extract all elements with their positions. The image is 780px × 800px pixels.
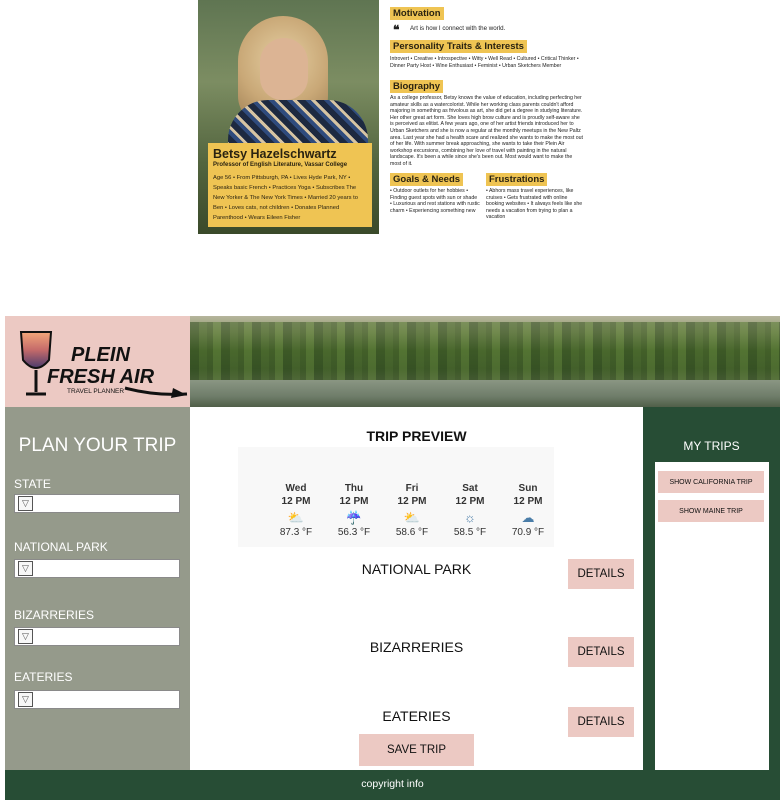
goals-heading: Goals & Needs — [390, 173, 464, 186]
logo[interactable]: PLEIN FRESH AIR TRAVEL PLANNER — [5, 316, 190, 407]
show-california-trip-button[interactable]: SHOW CALIFORNIA TRIP — [658, 471, 764, 493]
trip-preview-title: TRIP PREVIEW — [366, 428, 467, 444]
weather-time: 12 PM — [281, 496, 311, 507]
weather-day: Thu 12 PM ☔ 56.3 °F — [326, 483, 382, 538]
biography-heading: Biography — [390, 80, 443, 93]
weather-temp: 70.9 °F — [511, 527, 545, 538]
weather-day-name: Wed — [285, 483, 307, 494]
weather-temp: 58.6 °F — [395, 527, 429, 538]
persona-card: Betsy Hazelschwartz Professor of English… — [198, 0, 588, 234]
weather-day: Sat 12 PM ☼ 58.5 °F — [442, 483, 498, 538]
persona-details: Age 56 • From Pittsburgh, PA • Lives Hyd… — [213, 175, 358, 221]
save-trip-button[interactable]: SAVE TRIP — [359, 734, 474, 766]
my-trips-panel: MY TRIPS SHOW CALIFORNIA TRIP SHOW MAINE… — [643, 407, 780, 770]
state-label: STATE — [14, 477, 51, 491]
persona-role: Professor of English Literature, Vassar … — [213, 162, 348, 168]
weather-time: 12 PM — [455, 496, 485, 507]
weather-day-name: Thu — [344, 483, 364, 494]
travel-planner-app: PLEIN FRESH AIR TRAVEL PLANNER PLAN YOUR… — [5, 316, 780, 800]
dropdown-arrow-icon[interactable]: ▽ — [18, 629, 33, 644]
partly-sunny-icon: ⛅ — [403, 510, 421, 525]
motivation-heading: Motivation — [390, 7, 444, 20]
persona-name: Betsy Hazelschwartz — [213, 147, 337, 161]
weather-time: 12 PM — [397, 496, 427, 507]
partly-sunny-icon: ⛅ — [287, 510, 305, 525]
persona-photo: Betsy Hazelschwartz Professor of English… — [198, 0, 379, 234]
national-park-details-button[interactable]: DETAILS — [568, 559, 634, 589]
copyright-link[interactable]: copyright info — [5, 778, 780, 790]
plan-trip-title: PLAN YOUR TRIP — [18, 435, 177, 456]
motivation-quote: Art is how I connect with the world. — [410, 25, 506, 32]
biography-text: As a college professor, Betsy knows the … — [390, 95, 583, 167]
weather-day-name: Sun — [518, 483, 538, 494]
weather-temp: 56.3 °F — [337, 527, 371, 538]
show-maine-trip-button[interactable]: SHOW MAINE TRIP — [658, 500, 764, 522]
national-park-label: NATIONAL PARK — [14, 540, 108, 554]
dropdown-arrow-icon[interactable]: ▽ — [18, 692, 33, 707]
rain-cloud-icon: ☔ — [345, 510, 363, 525]
logo-line2: FRESH AIR — [47, 366, 155, 388]
bizarreries-details-button[interactable]: DETAILS — [568, 637, 634, 667]
national-park-select[interactable]: ▽ — [14, 559, 180, 578]
weather-time: 12 PM — [339, 496, 369, 507]
goals-text: • Outdoor outlets for her hobbies • Find… — [390, 188, 480, 214]
frustrations-heading: Frustrations — [486, 173, 548, 186]
frustrations-text: • Abhors mass travel experiences, like c… — [486, 188, 583, 221]
plan-trip-sidebar: PLAN YOUR TRIP STATE ▽ NATIONAL PARK ▽ B… — [5, 407, 190, 770]
weather-day: Fri 12 PM ⛅ 58.6 °F — [384, 483, 440, 538]
cloud-icon: ☁ — [521, 510, 535, 525]
weather-day: Sun 12 PM ☁ 70.9 °F — [500, 483, 556, 538]
persona-info-box: Betsy Hazelschwartz Professor of English… — [208, 143, 372, 227]
bizarreries-select[interactable]: ▽ — [14, 627, 180, 646]
weather-day: Wed 12 PM ⛅ 87.3 °F — [268, 483, 324, 538]
bizarreries-label: BIZARRERIES — [14, 608, 95, 622]
trip-preview-panel: TRIP PREVIEW Wed 12 PM ⛅ 87.3 °F Thu 12 … — [190, 407, 643, 770]
eateries-select[interactable]: ▽ — [14, 690, 180, 709]
eateries-details-button[interactable]: DETAILS — [568, 707, 634, 737]
weather-temp: 58.5 °F — [453, 527, 487, 538]
weather-forecast: Wed 12 PM ⛅ 87.3 °F Thu 12 PM ☔ 56.3 °F … — [238, 447, 554, 547]
sun-icon: ☼ — [464, 510, 476, 525]
hero-landscape-image — [190, 316, 780, 407]
traits-heading: Personality Traits & Interests — [390, 40, 527, 53]
logo-tagline: TRAVEL PLANNER — [67, 388, 125, 395]
eateries-label: EATERIES — [14, 670, 73, 684]
my-trips-title: MY TRIPS — [683, 439, 740, 453]
weather-day-name: Sat — [462, 483, 478, 494]
weather-day-name: Fri — [405, 483, 419, 494]
dropdown-arrow-icon[interactable]: ▽ — [18, 496, 33, 511]
quote-icon: ❝ — [393, 23, 400, 37]
weather-temp: 87.3 °F — [279, 527, 313, 538]
dropdown-arrow-icon[interactable]: ▽ — [18, 561, 33, 576]
footer: copyright info — [5, 770, 780, 800]
traits-text: Introvert • Creative • Introspective • W… — [390, 56, 579, 69]
trips-list: SHOW CALIFORNIA TRIP SHOW MAINE TRIP — [655, 462, 769, 770]
logo-line1: PLEIN — [71, 344, 130, 366]
state-select[interactable]: ▽ — [14, 494, 180, 513]
weather-time: 12 PM — [513, 496, 543, 507]
